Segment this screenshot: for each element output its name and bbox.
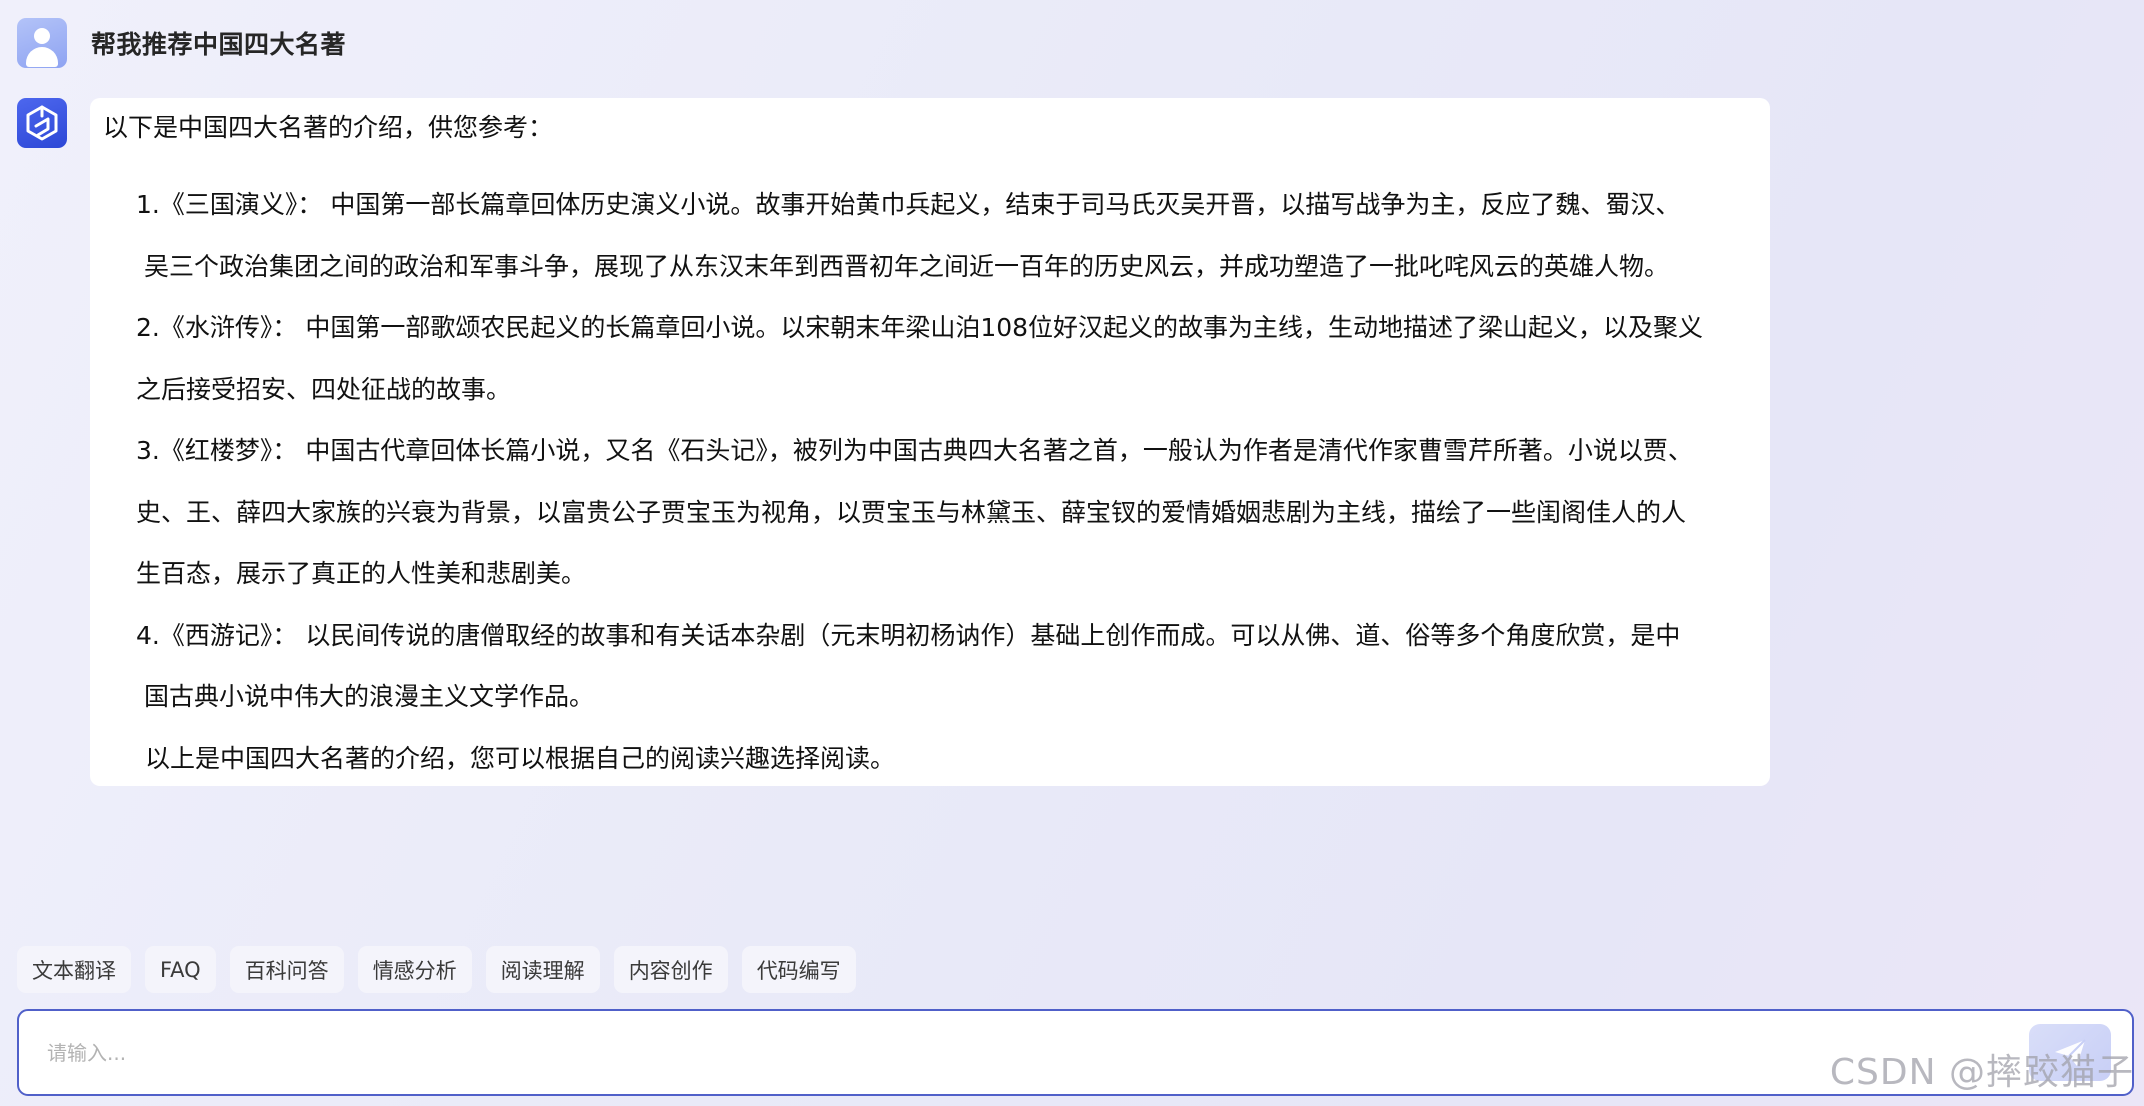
bot-avatar-icon [17, 98, 67, 148]
quick-action-chip[interactable]: 百科问答 [229, 946, 344, 993]
answer-item-label: 2.《水浒传》： [136, 313, 298, 342]
chat-input[interactable] [47, 1035, 1997, 1071]
bot-intro-text: 以下是中国四大名著的介绍，供您参考： [103, 113, 554, 142]
answer-item-text: 史、王、薛四大家族的兴衰为背景，以富贵公子贾宝玉为视角，以贾宝玉与林黛玉、薛宝钗… [136, 497, 1687, 527]
answer-line: 1.《三国演义》： 中国第一部长篇章回体历史演义小说。故事开始黄巾兵起义，结束于… [136, 174, 1748, 236]
quick-action-chip[interactable]: 内容创作 [613, 946, 728, 993]
quick-action-chip[interactable]: 阅读理解 [485, 946, 600, 993]
user-message-row: 帮我推荐中国四大名著 [17, 18, 346, 68]
quick-action-bar: 文本翻译 FAQ 百科问答 情感分析 阅读理解 内容创作 代码编写 [17, 946, 856, 993]
answer-item-text: 中国第一部歌颂农民起义的长篇章回小说。以宋朝末年梁山泊108位好汉起义的故事为主… [305, 313, 1704, 342]
answer-line: 史、王、薛四大家族的兴衰为背景，以富贵公子贾宝玉为视角，以贾宝玉与林黛玉、薛宝钗… [136, 482, 1748, 544]
answer-item-text: 以民间传说的唐僧取经的故事和有关话本杂剧（元末明初杨讷作）基础上创作而成。可以从… [305, 620, 1681, 650]
answer-line: 吴三个政治集团之间的政治和军事斗争，展现了从东汉末年到西晋初年之间近一百年的历史… [136, 236, 1748, 298]
watermark-text: CSDN @摔跤猫子 [1829, 1052, 2134, 1093]
answer-item-label: 1.《三国演义》： [136, 190, 323, 219]
answer-item-text: 中国古代章回体长篇小说，又名《石头记》，被列为中国古典四大名著之首，一般认为作者… [305, 436, 1693, 465]
quick-action-chip[interactable]: 情感分析 [357, 946, 472, 993]
answer-item-label: 3.《红楼梦》： [136, 436, 298, 465]
chat-input-box[interactable] [17, 1009, 2134, 1096]
hexagon-logo-icon [26, 105, 58, 141]
answer-line: 3.《红楼梦》： 中国古代章回体长篇小说，又名《石头记》，被列为中国古典四大名著… [136, 420, 1748, 482]
answer-line: 生百态，展示了真正的人性美和悲剧美。 [136, 543, 1748, 605]
quick-action-chip[interactable]: FAQ [145, 946, 216, 993]
answer-item-text: 国古典小说中伟大的浪漫主义文学作品。 [144, 682, 595, 711]
answer-item-text: 之后接受招安、四处征战的故事。 [136, 374, 512, 404]
answer-line: 4.《西游记》： 以民间传说的唐僧取经的故事和有关话本杂剧（元末明初杨讷作）基础… [136, 605, 1748, 667]
answer-item-text: 生百态，展示了真正的人性美和悲剧美。 [136, 559, 587, 588]
user-avatar-icon [17, 18, 67, 68]
quick-action-chip[interactable]: 代码编写 [741, 946, 856, 993]
user-message-text: 帮我推荐中国四大名著 [91, 30, 347, 59]
answer-line: 国古典小说中伟大的浪漫主义文学作品。 [136, 666, 1748, 728]
bot-outro-text: 以上是中国四大名著的介绍，您可以根据自己的阅读兴趣选择阅读。 [145, 743, 896, 773]
answer-line: 2.《水浒传》： 中国第一部歌颂农民起义的长篇章回小说。以宋朝末年梁山泊108位… [136, 297, 1748, 359]
answer-item-text: 吴三个政治集团之间的政治和军事斗争，展现了从东汉末年到西晋初年之间近一百年的历史… [144, 251, 1670, 281]
answer-line: 之后接受招安、四处征战的故事。 [136, 359, 1748, 421]
quick-action-chip[interactable]: 文本翻译 [17, 946, 131, 993]
bot-message-bubble: 以下是中国四大名著的介绍，供您参考： 1.《三国演义》： 中国第一部长篇章回体历… [90, 98, 1770, 786]
bot-answer-list: 1.《三国演义》： 中国第一部长篇章回体历史演义小说。故事开始黄巾兵起义，结束于… [103, 174, 1748, 728]
answer-item-label: 4.《西游记》： [136, 620, 298, 650]
answer-item-text: 中国第一部长篇章回体历史演义小说。故事开始黄巾兵起义，结束于司马氏灭吴开晋，以描… [330, 190, 1681, 219]
